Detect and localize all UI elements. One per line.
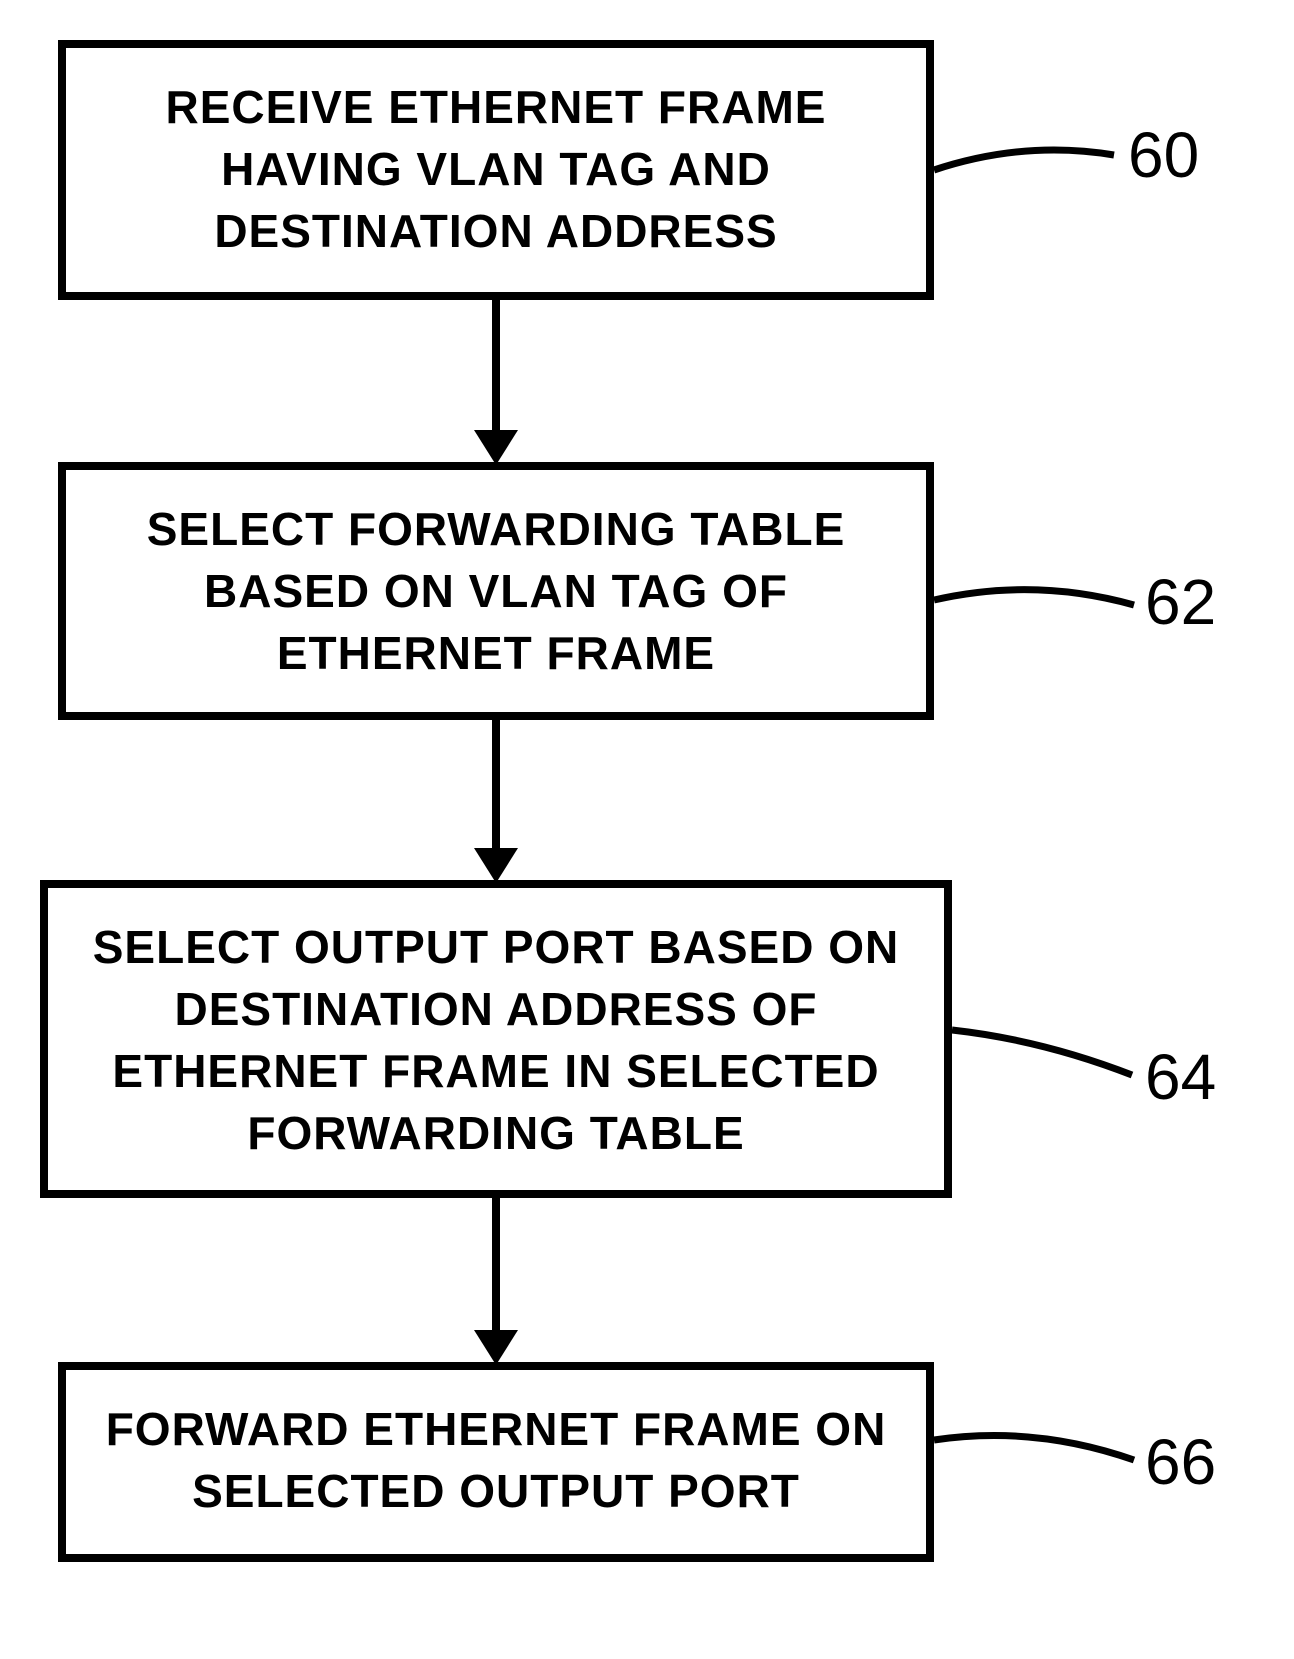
connector-2: [934, 585, 1154, 640]
arrowhead-3: [474, 1330, 518, 1365]
arrow-line-3: [492, 1198, 500, 1343]
step-box-2: SELECT FORWARDING TABLE BASED ON VLAN TA…: [58, 462, 934, 720]
connector-1: [934, 145, 1134, 210]
ref-label-1: 60: [1128, 118, 1199, 192]
arrow-line-2: [492, 720, 500, 860]
ref-label-4: 66: [1145, 1425, 1216, 1499]
ref-label-2: 62: [1145, 565, 1216, 639]
arrowhead-1: [474, 430, 518, 465]
step-text-3: SELECT OUTPUT PORT BASED ON DESTINATION …: [93, 921, 899, 1159]
step-text-4: FORWARD ETHERNET FRAME ON SELECTED OUTPU…: [106, 1403, 887, 1517]
ref-label-3: 64: [1145, 1040, 1216, 1114]
step-box-1: RECEIVE ETHERNET FRAME HAVING VLAN TAG A…: [58, 40, 934, 300]
arrowhead-2: [474, 848, 518, 883]
step-text-2: SELECT FORWARDING TABLE BASED ON VLAN TA…: [147, 503, 846, 679]
arrow-line-1: [492, 300, 500, 440]
step-text-1: RECEIVE ETHERNET FRAME HAVING VLAN TAG A…: [166, 81, 827, 257]
step-box-4: FORWARD ETHERNET FRAME ON SELECTED OUTPU…: [58, 1362, 934, 1562]
step-box-3: SELECT OUTPUT PORT BASED ON DESTINATION …: [40, 880, 952, 1198]
connector-4: [934, 1425, 1149, 1490]
connector-3: [952, 1020, 1152, 1095]
